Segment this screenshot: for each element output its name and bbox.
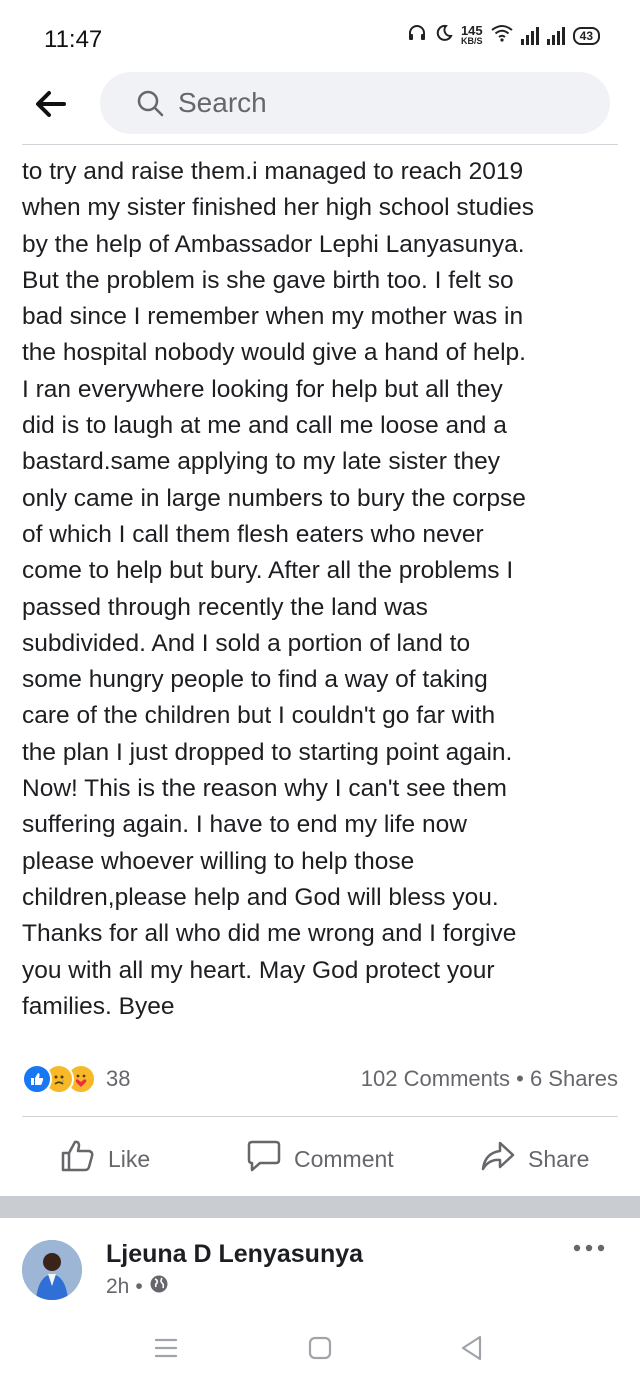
comment-button[interactable]: Comment	[246, 1134, 394, 1184]
network-speed: 145 KB/S	[460, 22, 483, 46]
like-label: Like	[108, 1145, 151, 1172]
search-icon	[136, 89, 164, 117]
section-separator	[0, 1196, 640, 1218]
post-body: to try and raise them.i managed to reach…	[22, 154, 626, 1025]
post-text-line: Thanks for all who did me wrong and I fo…	[22, 920, 517, 948]
commenter-name[interactable]: Ljeuna D Lenyasunya	[106, 1240, 363, 1269]
post-text-line: bastard.same applying to my late sister …	[22, 448, 500, 476]
moon-icon	[435, 24, 453, 47]
post-text-line: you with all my heart. May God protect y…	[22, 956, 495, 984]
share-button[interactable]: Share	[480, 1134, 589, 1184]
post-text-line: please whoever willing to help those	[22, 847, 415, 875]
post-text-line: Now! This is the reason why I can't see …	[22, 775, 507, 803]
comment-bubble-icon	[246, 1139, 282, 1179]
divider	[22, 144, 618, 145]
comment-label: Comment	[294, 1145, 394, 1172]
post-text-line: bad since I remember when my mother was …	[22, 303, 524, 331]
post-text-line: to try and raise them.i managed to reach…	[22, 158, 524, 185]
dot-separator: •	[135, 1275, 143, 1298]
post-text-line: subdivided. And I sold a portion of land…	[22, 629, 471, 657]
comments-count-link[interactable]: 102 Comments	[361, 1066, 510, 1091]
post-text-line: only came in large numbers to bury the c…	[22, 484, 526, 512]
post-text-line: I ran everywhere looking for help but al…	[22, 375, 503, 403]
comment-meta: 2h •	[106, 1274, 169, 1300]
share-label: Share	[528, 1145, 590, 1172]
post-action-bar: Like Comment Share	[0, 1134, 640, 1184]
status-icons: 145 KB/S 43	[407, 24, 600, 47]
dot-separator: •	[516, 1066, 524, 1091]
more-options-icon[interactable]	[572, 1240, 606, 1256]
back-triangle-icon[interactable]	[452, 1328, 492, 1368]
recent-apps-icon[interactable]	[146, 1328, 186, 1368]
post-text-line: come to help but bury. After all the pro…	[22, 557, 514, 585]
post-text-line: of which I call them flesh eaters who ne…	[22, 520, 484, 548]
system-nav-bar	[0, 1314, 640, 1386]
post-text-line: by the help of Ambassador Lephi Lanyasun…	[22, 230, 525, 258]
signal-icon	[546, 26, 565, 45]
divider	[22, 1116, 618, 1117]
comment-item: Ljeuna D Lenyasunya 2h •	[0, 1218, 640, 1314]
post-text-line: when my sister finished her high school …	[22, 194, 535, 222]
like-button[interactable]: Like	[60, 1134, 150, 1184]
post-text-line: some hungry people to find a way of taki…	[22, 666, 488, 694]
battery-icon: 43	[572, 26, 600, 45]
wifi-icon	[491, 24, 513, 47]
headphones-icon	[407, 24, 427, 47]
search-box[interactable]	[100, 72, 610, 134]
engagement-counts: 102 Comments • 6 Shares	[361, 1066, 618, 1092]
home-icon[interactable]	[300, 1328, 340, 1368]
share-arrow-icon	[480, 1139, 516, 1179]
search-input[interactable]	[178, 72, 578, 134]
like-reaction-icon	[22, 1064, 52, 1094]
status-time: 11:47	[44, 26, 103, 53]
reaction-count: 38	[106, 1066, 131, 1091]
post-text-line: children,please help and God will bless …	[22, 883, 499, 911]
globe-icon	[149, 1274, 169, 1300]
signal-icon	[520, 26, 539, 45]
status-bar: 11:47 145 KB/S 43	[0, 0, 640, 72]
search-header	[0, 72, 640, 134]
back-arrow-icon[interactable]	[30, 84, 70, 124]
post-text-line: did is to laugh at me and call me loose …	[22, 412, 507, 440]
shares-count-link[interactable]: 6 Shares	[530, 1066, 618, 1091]
comment-time: 2h	[106, 1275, 130, 1298]
post-text-line: the hospital nobody would give a hand of…	[22, 339, 526, 367]
post-text-line: passed through recently the land was	[22, 593, 428, 621]
post-text-line: families. Byee	[22, 992, 175, 1020]
thumbs-up-icon	[60, 1139, 96, 1179]
post-text-line: But the problem is she gave birth too. I…	[22, 266, 514, 294]
post-text-line: suffering again. I have to end my life n…	[22, 811, 467, 839]
avatar[interactable]	[22, 1240, 82, 1300]
post-text-line: care of the children but I couldn't go f…	[22, 702, 496, 730]
reactions-summary[interactable]: 38	[22, 1064, 130, 1094]
post-text-line: the plan I just dropped to starting poin…	[22, 738, 513, 766]
